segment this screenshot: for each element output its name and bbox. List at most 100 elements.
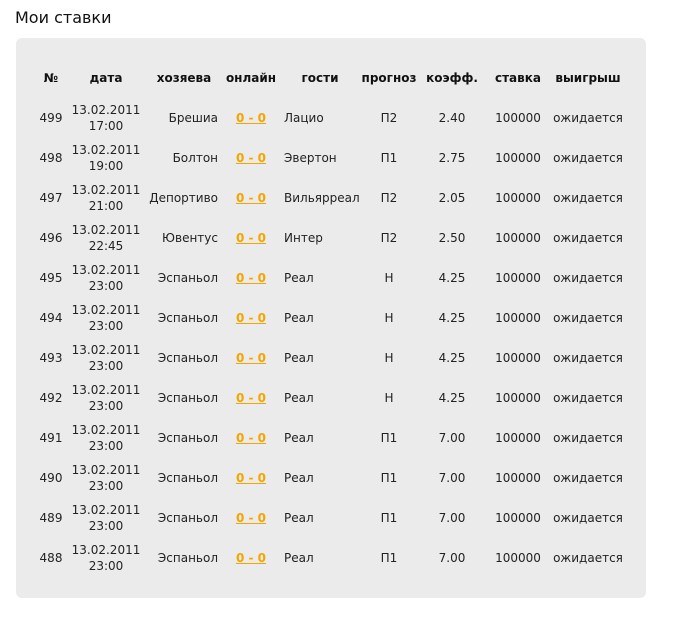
stake: 100000 — [495, 551, 541, 565]
bet-number: 497 — [39, 191, 63, 205]
online-score-link[interactable]: 0 - 0 — [236, 231, 266, 245]
online-score-link[interactable]: 0 - 0 — [236, 511, 266, 525]
online-score-link[interactable]: 0 - 0 — [236, 111, 266, 125]
stake: 100000 — [495, 191, 541, 205]
online-score-link[interactable]: 0 - 0 — [236, 471, 266, 485]
bet-datetime: 13.02.2011 23:00 — [66, 418, 146, 458]
bet-time: 23:00 — [88, 359, 124, 373]
stake: 100000 — [495, 271, 541, 285]
bet-datetime: 13.02.2011 23:00 — [66, 538, 146, 578]
online-score-link[interactable]: 0 - 0 — [236, 311, 266, 325]
bet-datetime: 13.02.2011 17:00 — [66, 98, 146, 138]
table-row: 498 13.02.2011 19:00 Болтон 0 - 0 Эвертон П1 2.… — [36, 138, 626, 178]
table-row: 490 13.02.2011 23:00 Эспаньол 0 - 0 Реал П1 7.0… — [36, 458, 626, 498]
away-team: Реал — [284, 311, 314, 325]
bet-date: 13.02.2011 — [71, 463, 141, 477]
bet-number: 494 — [39, 311, 63, 325]
bet-date: 13.02.2011 — [71, 383, 141, 397]
table-row: 489 13.02.2011 23:00 Эспаньол 0 - 0 Реал П1 7.0… — [36, 498, 626, 538]
bet-datetime: 13.02.2011 22:45 — [66, 218, 146, 258]
bet-datetime: 13.02.2011 23:00 — [66, 298, 146, 338]
online-cell: 0 - 0 — [222, 338, 280, 378]
online-cell: 0 - 0 — [222, 498, 280, 538]
table-row: 493 13.02.2011 23:00 Эспаньол 0 - 0 Реал Н 4.25… — [36, 338, 626, 378]
online-score-link[interactable]: 0 - 0 — [236, 431, 266, 445]
bet-number: 490 — [39, 471, 63, 485]
away-team: Реал — [284, 471, 314, 485]
table-header-row: № дата хозяева онлайн гости прогноз коэф… — [36, 58, 626, 98]
away-team: Реал — [284, 351, 314, 365]
bets-panel: № дата хозяева онлайн гости прогноз коэф… — [16, 38, 646, 598]
online-score-link[interactable]: 0 - 0 — [236, 551, 266, 565]
bet-date: 13.02.2011 — [71, 223, 141, 237]
bet-datetime: 13.02.2011 23:00 — [66, 458, 146, 498]
win-status: ожидается — [553, 391, 623, 405]
prediction: П2 — [380, 111, 398, 125]
bet-date: 13.02.2011 — [71, 303, 141, 317]
home-team: Эспаньол — [157, 271, 218, 285]
bet-number: 496 — [39, 231, 63, 245]
bets-table-body: 499 13.02.2011 17:00 Брешиа 0 - 0 Лацио П2 2.40… — [36, 98, 626, 578]
home-team: Болтон — [172, 151, 218, 165]
bet-datetime: 13.02.2011 23:00 — [66, 498, 146, 538]
online-score-link[interactable]: 0 - 0 — [236, 151, 266, 165]
header-away: гости — [301, 71, 339, 85]
online-score-link[interactable]: 0 - 0 — [236, 391, 266, 405]
prediction: П2 — [380, 231, 398, 245]
home-team: Эспаньол — [157, 551, 218, 565]
prediction: П2 — [380, 191, 398, 205]
header-coef: коэфф. — [426, 71, 478, 85]
bet-number: 491 — [39, 431, 63, 445]
table-row: 496 13.02.2011 22:45 Ювентус 0 - 0 Интер П2 2.5… — [36, 218, 626, 258]
bet-time: 23:00 — [88, 399, 124, 413]
away-team: Реал — [284, 551, 314, 565]
bet-number: 495 — [39, 271, 63, 285]
bet-time: 21:00 — [88, 199, 124, 213]
home-team: Эспаньол — [157, 311, 218, 325]
header-date: дата — [89, 71, 123, 85]
bet-time: 23:00 — [88, 319, 124, 333]
table-row: 488 13.02.2011 23:00 Эспаньол 0 - 0 Реал П1 7.0… — [36, 538, 626, 578]
home-team: Брешиа — [168, 111, 218, 125]
bet-date: 13.02.2011 — [71, 503, 141, 517]
win-status: ожидается — [553, 431, 623, 445]
bet-number: 499 — [39, 111, 63, 125]
away-team: Вильярреал — [284, 191, 360, 205]
stake: 100000 — [495, 151, 541, 165]
home-team: Ювентус — [162, 231, 218, 245]
coefficient: 2.75 — [438, 151, 466, 165]
bet-number: 498 — [39, 151, 63, 165]
bet-date: 13.02.2011 — [71, 543, 141, 557]
win-status: ожидается — [553, 511, 623, 525]
bet-date: 13.02.2011 — [71, 343, 141, 357]
online-cell: 0 - 0 — [222, 178, 280, 218]
away-team: Эвертон — [284, 151, 337, 165]
prediction: П1 — [380, 471, 398, 485]
away-team: Реал — [284, 271, 314, 285]
away-team: Интер — [284, 231, 323, 245]
bet-date: 13.02.2011 — [71, 183, 141, 197]
bets-table: № дата хозяева онлайн гости прогноз коэф… — [36, 58, 626, 578]
win-status: ожидается — [553, 471, 623, 485]
online-cell: 0 - 0 — [222, 218, 280, 258]
prediction: Н — [384, 351, 394, 365]
table-row: 494 13.02.2011 23:00 Эспаньол 0 - 0 Реал Н 4.25… — [36, 298, 626, 338]
bet-time: 23:00 — [88, 279, 124, 293]
bet-datetime: 13.02.2011 23:00 — [66, 338, 146, 378]
bet-time: 19:00 — [88, 159, 124, 173]
bet-datetime: 13.02.2011 23:00 — [66, 378, 146, 418]
header-online: онлайн — [225, 71, 277, 85]
coefficient: 2.05 — [438, 191, 466, 205]
online-score-link[interactable]: 0 - 0 — [236, 191, 266, 205]
bet-date: 13.02.2011 — [71, 423, 141, 437]
coefficient: 4.25 — [438, 351, 466, 365]
header-prediction: прогноз — [361, 71, 417, 85]
online-score-link[interactable]: 0 - 0 — [236, 271, 266, 285]
prediction: П1 — [380, 511, 398, 525]
home-team: Эспаньол — [157, 351, 218, 365]
win-status: ожидается — [553, 351, 623, 365]
online-score-link[interactable]: 0 - 0 — [236, 351, 266, 365]
coefficient: 7.00 — [438, 551, 466, 565]
prediction: П1 — [380, 431, 398, 445]
bet-datetime: 13.02.2011 19:00 — [66, 138, 146, 178]
